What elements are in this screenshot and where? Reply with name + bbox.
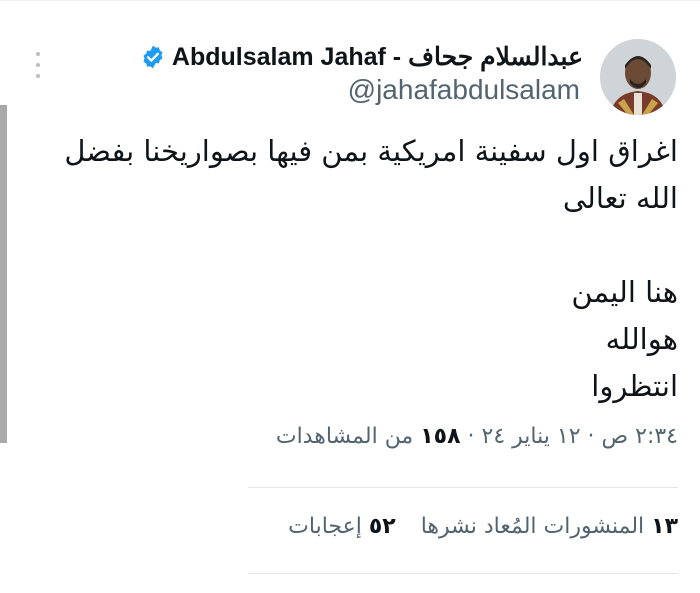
dot [36, 63, 40, 67]
reposts-count: ١٣ [651, 514, 678, 539]
author-name-row: عبدالسلام جحاف - Abdulsalam Jahaf [140, 40, 583, 74]
author-display-name[interactable]: عبدالسلام جحاف - Abdulsalam Jahaf [172, 42, 583, 72]
top-divider [0, 0, 700, 1]
meta-separator: · [587, 424, 595, 449]
tweet-time[interactable]: ٢:٣٤ ص [602, 424, 678, 449]
avatar[interactable] [600, 39, 676, 115]
likes-stat[interactable]: ٥٢ إعجابات [288, 514, 396, 539]
dot [36, 74, 40, 78]
tweet-line: انتظروا [591, 369, 678, 403]
reposts-label: المنشورات المُعاد نشرها [420, 514, 645, 539]
likes-label: إعجابات [288, 514, 362, 539]
dot [36, 52, 40, 56]
engagement-stats: ١٣ المنشورات المُعاد نشرها ٥٢ إعجابات [288, 514, 678, 539]
avatar-image [600, 39, 676, 115]
meta-separator: · [467, 424, 475, 449]
tweet-metadata: ٢:٣٤ ص · ١٢ يناير ٢٤ · ١٥٨ من المشاهدات [276, 424, 678, 449]
more-options-icon[interactable] [34, 52, 42, 78]
tweet-text: اغراق اول سفينة امريكية بمن فيها بصواريخ… [28, 128, 678, 410]
tweet-line: الله تعالى [562, 181, 678, 215]
tweet-line: اغراق اول سفينة امريكية بمن فيها بصواريخ… [64, 134, 678, 168]
verified-badge-icon [143, 45, 163, 69]
divider [248, 487, 678, 488]
views-label: من المشاهدات [275, 424, 414, 449]
reposts-stat[interactable]: ١٣ المنشورات المُعاد نشرها [421, 514, 678, 539]
divider [248, 573, 678, 574]
author-handle[interactable]: @jahafabdulsalam [348, 74, 580, 106]
tweet-date[interactable]: ١٢ يناير ٢٤ [482, 424, 581, 449]
likes-count: ٥٢ [368, 514, 396, 539]
tweet-line: هنا اليمن [571, 275, 678, 309]
scroll-edge-bar [0, 105, 7, 443]
views-count: ١٥٨ [420, 424, 461, 449]
tweet-line: هوالله [605, 322, 678, 356]
